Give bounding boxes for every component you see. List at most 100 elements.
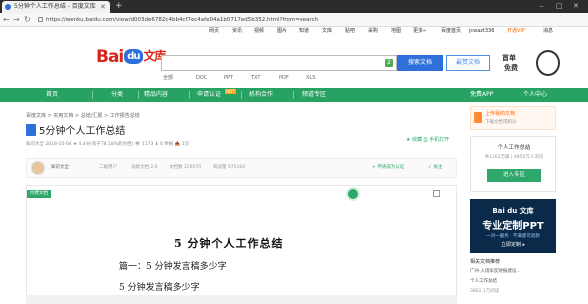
browser-tab-bar: 5分钟个人工作总结 - 百度文库 ✕ + – □ ✕ xyxy=(0,0,588,13)
ppt-ad-brand: Bai du 文库 xyxy=(492,207,534,215)
first-order-free-promo[interactable]: 首单 免费 xyxy=(500,50,560,78)
top-link-map[interactable]: 地图 xyxy=(391,27,401,36)
upload-subtitle: 下载文档得积分 xyxy=(485,120,517,125)
enter-channel-button[interactable]: 进入专区 xyxy=(487,169,541,182)
top-links: 网页 资讯 视频 图片 知道 文库 贴吧 采购 地图 更多» 百度首页 jcwa… xyxy=(0,27,588,36)
filter-all[interactable]: 全部 xyxy=(163,74,173,82)
nav-divider xyxy=(293,91,294,99)
document-toolbar[interactable] xyxy=(26,295,457,304)
doc-line: 篇一：5 分钟发言稿多少字 xyxy=(119,262,227,272)
author-views: 阅读量 975104 xyxy=(213,165,246,170)
doc-meta: 知识大全 2018-10-04 ★ 4.4分(有于78.18%的文档) 👁 11… xyxy=(26,142,190,147)
search-documents-button[interactable]: 搜索文档 xyxy=(397,55,443,71)
custom-ppt-ad[interactable]: Bai du 文库 专业定制PPT 一对一服务 · 不满意可退款 立即定制 ▸ xyxy=(470,199,556,253)
doc-title: 5分钟个人工作总结 xyxy=(39,126,126,137)
search-input[interactable] xyxy=(161,55,397,71)
related-doc-item[interactable]: 个人工作总结 xyxy=(470,278,497,284)
back-icon[interactable]: ← xyxy=(3,14,10,26)
baidu-favicon-icon xyxy=(5,4,11,10)
url-field[interactable]: https://wenku.baidu.com/view/d003de6782c… xyxy=(46,15,318,25)
nav-category[interactable]: 分类 xyxy=(111,88,123,102)
baidu-home-link[interactable]: 百度首页 xyxy=(441,27,461,36)
baidu-wenku-logo[interactable]: Bai du 文库 xyxy=(96,47,167,71)
nav-premium[interactable]: 精品内容 xyxy=(144,88,168,102)
filter-xls[interactable]: XLS xyxy=(306,74,315,82)
related-doc-item[interactable]: 广州·入境军反财报建设... xyxy=(470,268,521,274)
nav-divider xyxy=(241,91,242,99)
word-doc-icon xyxy=(26,124,36,136)
logo-bai: Bai xyxy=(96,47,124,67)
ppt-ad-cta: 立即定制 ▸ xyxy=(500,242,526,248)
nav-divider xyxy=(189,91,190,99)
filter-pdf[interactable]: PDF xyxy=(279,74,289,82)
refresh-icon[interactable]: ↻ xyxy=(24,14,31,26)
doc-heading: 5 分钟个人工作总结 xyxy=(174,237,284,250)
maximize-icon[interactable]: □ xyxy=(556,0,563,13)
follow-button[interactable]: ✓ 关注 xyxy=(428,164,442,172)
apply-certification-link[interactable]: + 申请成为认证 xyxy=(372,164,404,172)
nav-partnership[interactable]: 机构合作 xyxy=(249,88,273,102)
filter-ppt[interactable]: PPT xyxy=(224,74,233,82)
nav-home[interactable]: 首页 xyxy=(46,88,58,102)
minimize-icon[interactable]: – xyxy=(540,0,544,13)
new-tab-button[interactable]: + xyxy=(115,0,123,13)
fullscreen-icon[interactable] xyxy=(433,190,440,197)
top-link-news[interactable]: 资讯 xyxy=(232,27,242,36)
author-name[interactable]: 知识大全 xyxy=(51,164,69,172)
top-link-image[interactable]: 图片 xyxy=(277,27,287,36)
nav-certification[interactable]: 申请认证 xyxy=(197,88,221,102)
floating-green-icon[interactable] xyxy=(346,187,360,201)
author-score: 贡献文档 2.6 xyxy=(131,165,158,170)
document-viewer[interactable]: 付费文档 5 分钟个人工作总结 篇一：5 分钟发言稿多少字 5 分钟发言稿多少字 xyxy=(26,185,457,304)
nav-channels[interactable]: 频道专区 xyxy=(302,88,326,102)
user-name-link[interactable]: jcwazt336 xyxy=(469,27,494,36)
filter-txt[interactable]: TXT xyxy=(251,74,260,82)
page-title: 5分钟个人工作总结 xyxy=(26,124,125,139)
avatar[interactable] xyxy=(31,161,45,175)
forward-icon[interactable]: → xyxy=(13,14,20,26)
channel-stats: 共1262万篇 | 4850万人浏览 xyxy=(484,155,544,160)
promo-line2: 免费 xyxy=(504,64,518,72)
logo-du: du xyxy=(124,49,143,64)
upload-doc-banner[interactable]: 上传我的文档 下载文档得积分 xyxy=(470,106,556,130)
top-link-more[interactable]: 更多» xyxy=(413,27,426,36)
top-link-purchase[interactable]: 采购 xyxy=(368,27,378,36)
topic-channel-card: 个人工作总结 共1262万篇 | 4850万人浏览 进入专区 xyxy=(470,136,556,192)
nav-free-app[interactable]: 免费APP xyxy=(470,88,493,102)
doc-actions[interactable]: ★ 收藏 ⎙ 手机打开 xyxy=(406,136,449,144)
top-link-wenku[interactable]: 文库 xyxy=(322,27,332,36)
author-bar: 知识大全 二级用户 贡献文档 2.6 文档数 126070 阅读量 975104… xyxy=(26,158,457,178)
breadcrumb[interactable]: 百度文库 > 实用文档 > 总结/汇报 > 工作报告总结 xyxy=(26,113,140,120)
author-doc-count: 文档数 126070 xyxy=(169,165,202,170)
best-documents-button[interactable]: 最赞文档 xyxy=(446,55,490,71)
main-nav: 首页 分类 精品内容 申请认证 HOT 机构合作 频道专区 免费APP 个人中心 xyxy=(0,88,588,102)
ppt-ad-subtitle: 一对一服务 · 不满意可退款 xyxy=(486,234,540,239)
browser-tab[interactable]: 5分钟个人工作总结 - 百度文库 ✕ xyxy=(2,1,110,13)
top-link-zhidao[interactable]: 知道 xyxy=(299,27,309,36)
nav-personal-center[interactable]: 个人中心 xyxy=(523,88,547,102)
message-link[interactable]: 消息 xyxy=(543,27,553,36)
address-bar: ← → ↻ https://wenku.baidu.com/view/d003d… xyxy=(0,13,588,27)
related-doc-views: 3882.1万阅读 xyxy=(470,289,500,294)
panda-mascot-icon xyxy=(536,50,560,76)
hot-badge: HOT xyxy=(225,89,236,94)
tab-close-icon[interactable]: ✕ xyxy=(100,1,106,13)
search-count-badge: 2 xyxy=(385,59,393,67)
upload-icon xyxy=(474,112,482,123)
top-link-web[interactable]: 网页 xyxy=(209,27,219,36)
open-vip-link[interactable]: 开通VIP xyxy=(507,27,525,36)
close-window-icon[interactable]: ✕ xyxy=(573,0,579,13)
ppt-ad-title: 专业定制PPT xyxy=(482,221,544,232)
author-level: 二级用户 xyxy=(99,165,117,170)
upload-title: 上传我的文档 xyxy=(485,111,516,117)
nav-divider xyxy=(92,91,93,99)
nav-divider xyxy=(138,91,139,99)
promo-line1: 首单 xyxy=(502,54,516,62)
top-link-tieba[interactable]: 贴吧 xyxy=(345,27,355,36)
tab-title: 5分钟个人工作总结 - 百度文库 xyxy=(14,3,96,10)
filter-doc[interactable]: DOC xyxy=(196,74,207,82)
top-link-video[interactable]: 视频 xyxy=(254,27,264,36)
channel-title: 个人工作总结 xyxy=(497,145,531,151)
related-docs-title: 相关文档推荐 xyxy=(470,259,501,265)
lock-icon xyxy=(38,17,43,22)
